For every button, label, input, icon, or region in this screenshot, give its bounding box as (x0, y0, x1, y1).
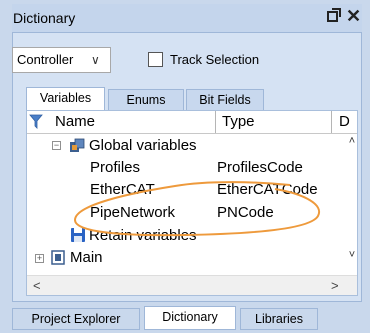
tab-libraries[interactable]: Libraries (240, 308, 318, 330)
retain-variables-icon (70, 227, 86, 247)
filter-icon[interactable] (29, 114, 43, 134)
track-selection-checkbox[interactable] (148, 52, 163, 67)
column-header-type[interactable]: Type (222, 113, 255, 130)
grid-header: Name Type D (27, 111, 357, 134)
scroll-up-icon[interactable]: ˄ (345, 135, 357, 147)
tree-row-global-variables[interactable]: − Global variables (27, 135, 345, 157)
tree-row-main[interactable]: + Main (27, 247, 345, 269)
tree-row-label: Main (70, 249, 103, 266)
column-header-description[interactable]: D (339, 113, 350, 130)
tree-row-label: Retain variables (89, 227, 197, 244)
dictionary-panel: Dictionary ✕ Controller ∨ Track Selectio… (0, 0, 370, 333)
tab-dictionary[interactable]: Dictionary (144, 306, 236, 330)
close-icon[interactable]: ✕ (346, 6, 361, 27)
variable-type: ProfilesCode (217, 159, 303, 176)
panel-title: Dictionary (13, 10, 76, 26)
tree-row-label: Global variables (89, 137, 197, 154)
column-divider[interactable] (331, 111, 332, 133)
variable-name: PipeNetwork (90, 204, 176, 221)
global-variables-icon (69, 138, 85, 157)
scroll-left-icon[interactable]: < (33, 278, 41, 293)
controller-dropdown[interactable]: Controller ∨ (12, 47, 111, 73)
pin-icon[interactable] (326, 7, 342, 28)
track-selection-label: Track Selection (170, 52, 260, 67)
variables-grid: Name Type D − Global variables Profiles … (26, 110, 358, 296)
panel-titlebar: Dictionary ✕ (12, 4, 362, 32)
controller-dropdown-value: Controller (17, 52, 74, 67)
column-header-name[interactable]: Name (55, 113, 95, 130)
variable-type: EtherCATCode (217, 181, 318, 198)
module-icon (51, 250, 65, 269)
chevron-down-icon: ∨ (91, 53, 100, 67)
tab-enums[interactable]: Enums (108, 89, 184, 111)
tab-project-explorer[interactable]: Project Explorer (12, 308, 140, 330)
scroll-right-icon[interactable]: > (331, 278, 339, 293)
table-row[interactable]: Profiles ProfilesCode (27, 157, 345, 179)
collapse-icon[interactable]: − (52, 141, 61, 150)
scroll-down-icon[interactable]: ˅ (345, 249, 357, 261)
tab-variables[interactable]: Variables (26, 87, 105, 111)
tree-row-retain-variables[interactable]: Retain variables (27, 225, 345, 247)
table-row[interactable]: PipeNetwork PNCode (27, 202, 345, 224)
variable-name: EtherCAT (90, 181, 155, 198)
tab-bit-fields[interactable]: Bit Fields (186, 89, 264, 111)
table-row[interactable]: EtherCAT EtherCATCode (27, 179, 345, 201)
column-divider[interactable] (215, 111, 216, 133)
variable-type: PNCode (217, 204, 274, 221)
expand-icon[interactable]: + (35, 254, 44, 263)
variable-name: Profiles (90, 159, 141, 176)
horizontal-scrollbar[interactable]: < > (27, 275, 357, 295)
